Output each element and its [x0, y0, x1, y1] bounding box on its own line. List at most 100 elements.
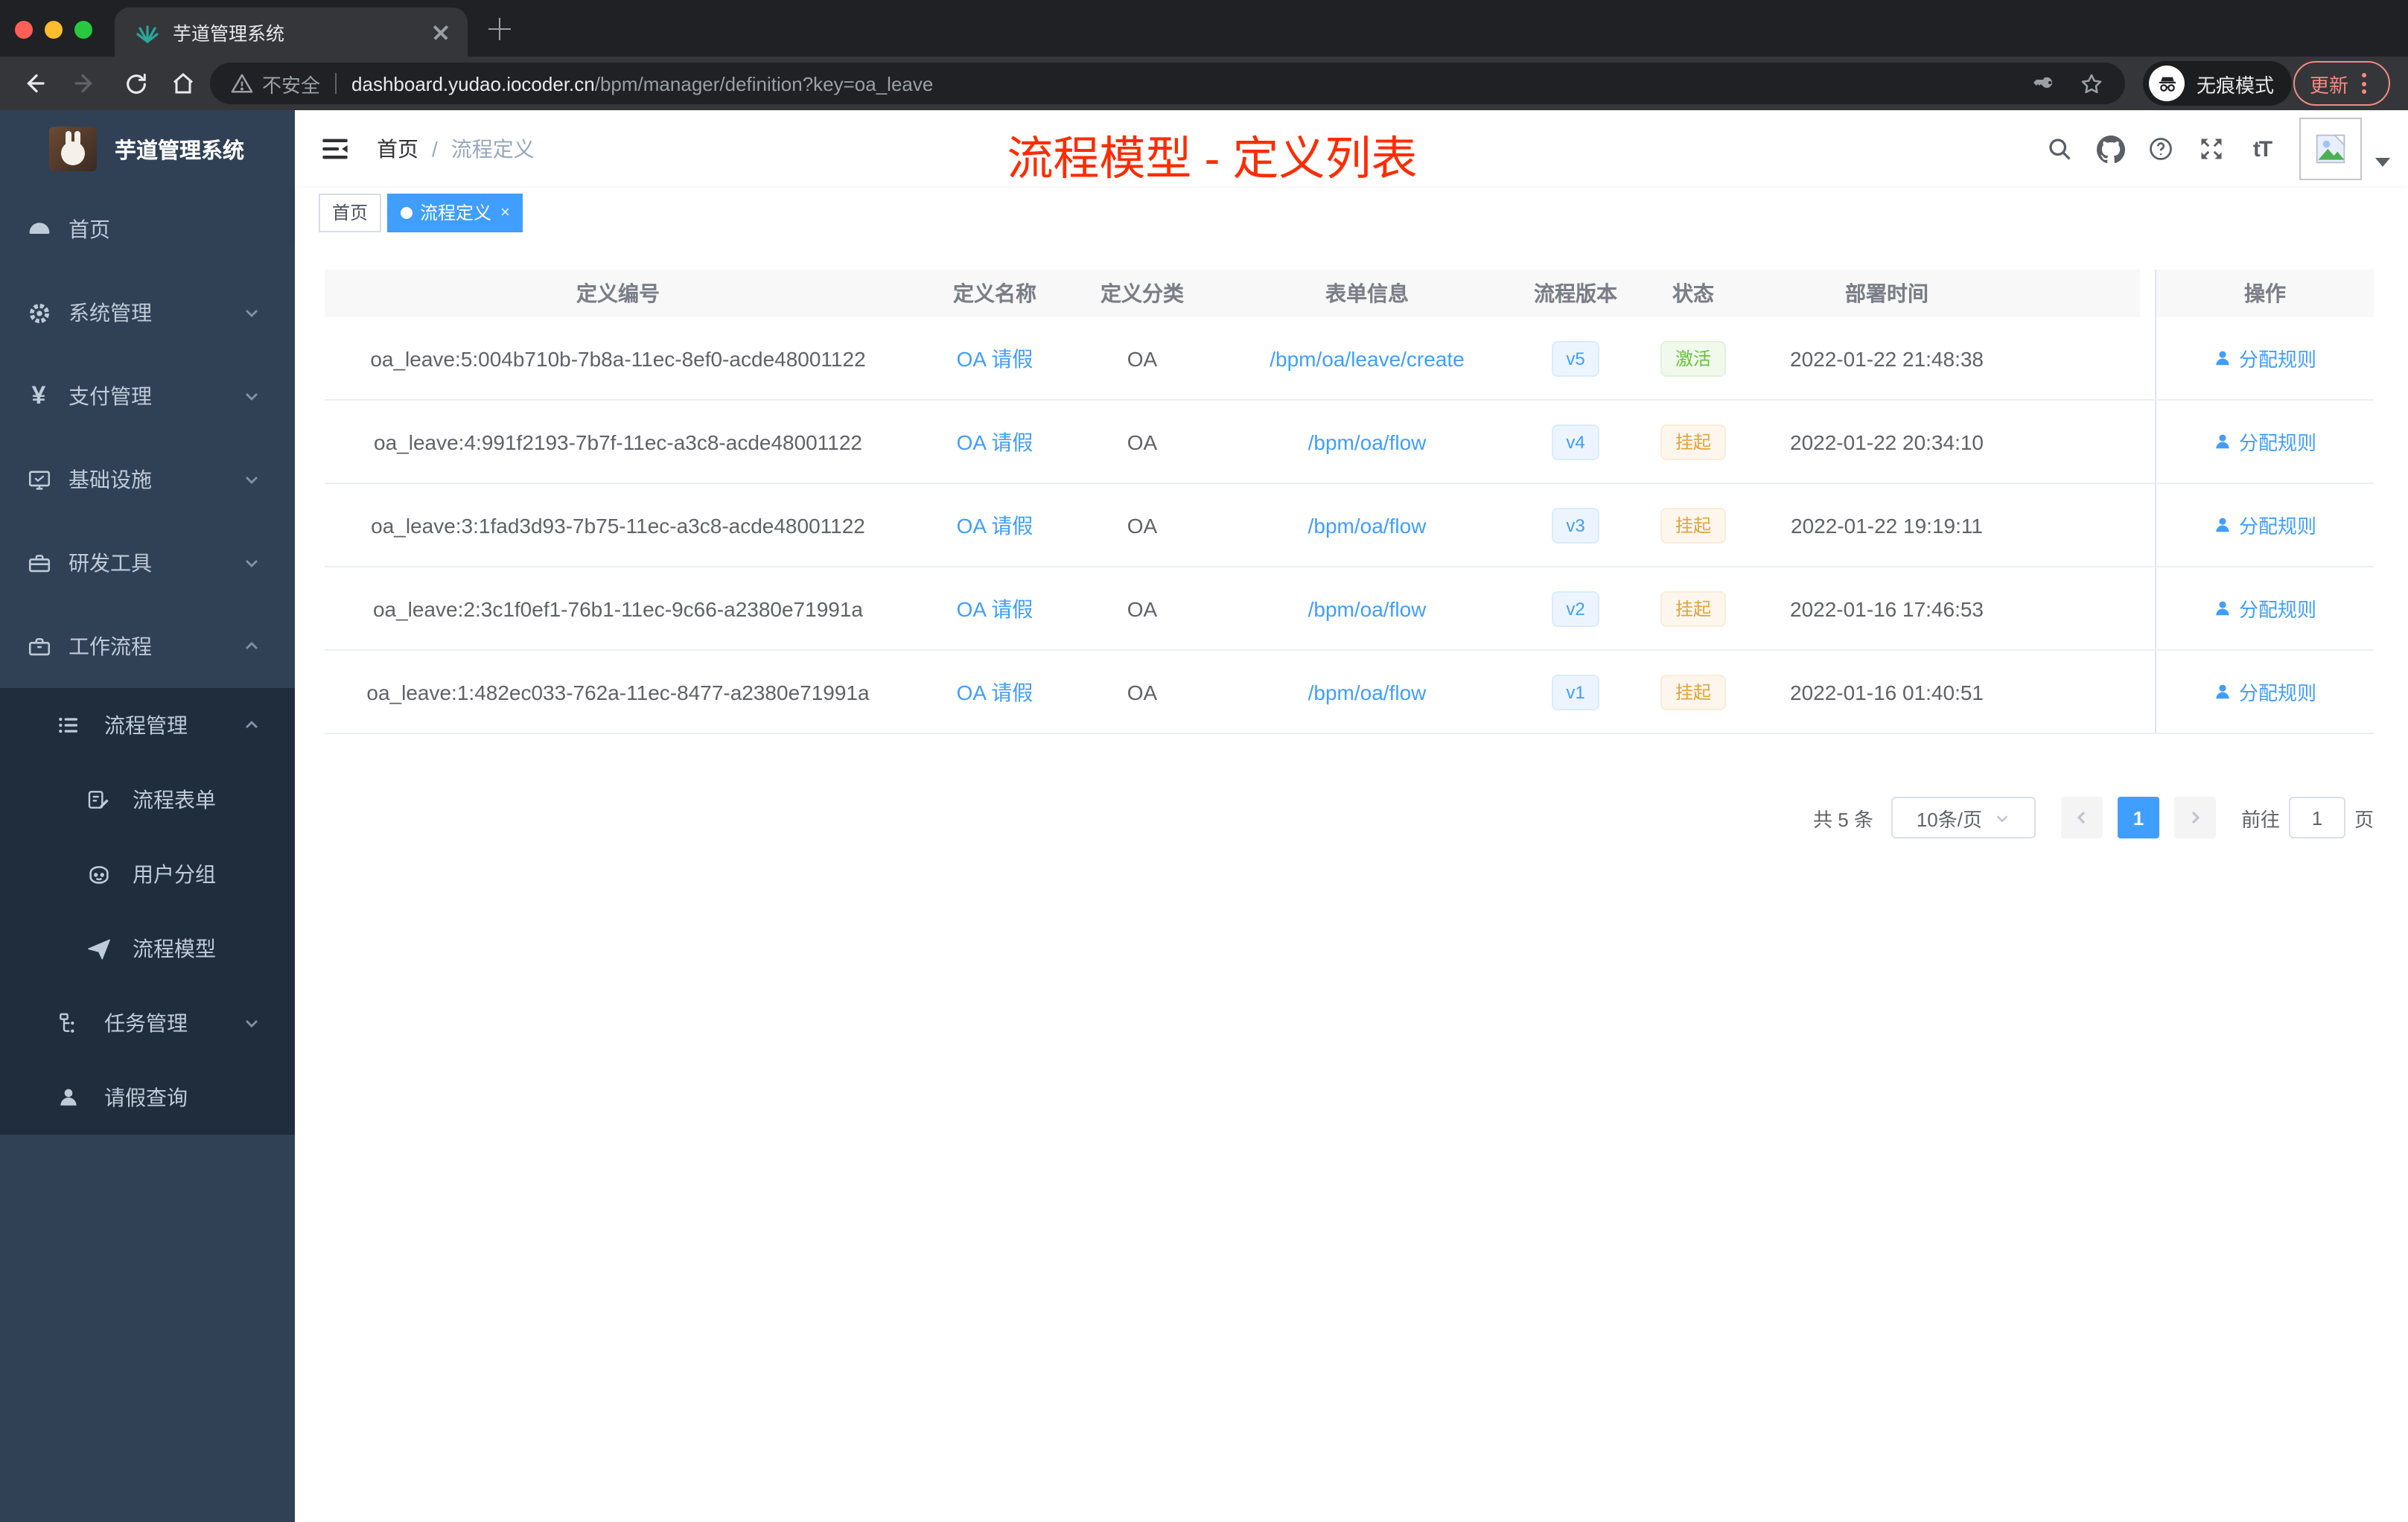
goto-page-input[interactable] — [2288, 797, 2345, 838]
next-page-button[interactable] — [2173, 797, 2216, 838]
new-tab-button[interactable] — [488, 18, 511, 40]
sidebar-item-process-form[interactable]: 流程表单 — [0, 762, 295, 837]
window-close-button[interactable] — [15, 21, 33, 39]
sidebar-logo[interactable]: 芋道管理系统 — [0, 110, 295, 188]
tag-process-definition[interactable]: 流程定义 × — [387, 194, 523, 232]
gear-icon — [25, 299, 52, 326]
browser-tab[interactable]: 芋道管理系统 — [115, 7, 468, 57]
font-size-icon[interactable]: tT — [2237, 110, 2287, 188]
back-button[interactable] — [12, 57, 57, 110]
page-size-select[interactable]: 10条/页 — [1891, 797, 2036, 838]
org-tree-icon — [55, 1010, 82, 1037]
site-favicon — [136, 20, 159, 44]
robot-icon — [85, 861, 112, 888]
search-icon[interactable] — [2034, 110, 2085, 188]
logo-rabbit-image — [49, 127, 97, 171]
prev-page-button[interactable] — [2060, 797, 2103, 838]
password-key-icon[interactable] — [2033, 71, 2058, 96]
version-badge: v3 — [1551, 507, 1600, 543]
fullscreen-icon[interactable] — [2186, 110, 2237, 188]
window-zoom-button[interactable] — [74, 21, 92, 39]
sidebar-item-infrastructure[interactable]: 基础设施 — [0, 438, 295, 521]
table-row: oa_leave:2:3c1f0ef1-76b1-11ec-9c66-a2380… — [325, 567, 2374, 651]
window-minimize-button[interactable] — [45, 21, 63, 39]
url-host: dashboard.yudao.iocoder.cn — [351, 72, 595, 95]
sidebar-item-task-mgmt[interactable]: 任务管理 — [0, 986, 295, 1060]
user-icon — [2217, 351, 2230, 366]
table-row: oa_leave:3:1fad3d93-7b75-11ec-a3c8-acde4… — [325, 484, 2374, 567]
chrome-update-button[interactable]: 更新 — [2293, 61, 2390, 106]
form-info-link[interactable]: /bpm/oa/flow — [1308, 596, 1427, 620]
form-info-link[interactable]: /bpm/oa/flow — [1308, 680, 1427, 704]
tab-close-icon[interactable] — [429, 20, 453, 44]
table-row: oa_leave:4:991f2193-7b7f-11ec-a3c8-acde4… — [325, 401, 2374, 484]
col-header-category: 定义分类 — [1101, 281, 1184, 305]
tag-home[interactable]: 首页 — [319, 194, 382, 232]
sidebar-item-home[interactable]: 首页 — [0, 188, 295, 271]
page-number-1[interactable]: 1 — [2117, 797, 2159, 838]
security-warning-icon[interactable] — [231, 73, 253, 94]
version-badge: v2 — [1551, 590, 1600, 626]
assign-rule-button[interactable]: 分配规则 — [2214, 427, 2316, 456]
sidebar-item-devtools[interactable]: 研发工具 — [0, 521, 295, 605]
form-info-link[interactable]: /bpm/oa/flow — [1308, 513, 1427, 537]
definition-name-link[interactable]: OA 请假 — [957, 346, 1033, 370]
tag-close-icon[interactable]: × — [500, 195, 510, 231]
assign-rule-button[interactable]: 分配规则 — [2214, 344, 2316, 372]
chevron-up-icon — [243, 637, 261, 655]
assign-rule-button[interactable]: 分配规则 — [2214, 594, 2316, 623]
definition-table: 定义编号 定义名称 定义分类 表单信息 流程版本 状态 部署时间 操作 oa_l… — [325, 270, 2374, 734]
sidebar-collapse-icon[interactable] — [320, 134, 350, 164]
chrome-menu-icon[interactable] — [2362, 73, 2368, 94]
definition-name-link[interactable]: OA 请假 — [957, 513, 1033, 537]
sidebar-item-label: 工作流程 — [69, 634, 152, 658]
status-badge: 挂起 — [1660, 674, 1726, 710]
toolbox-icon — [25, 550, 52, 576]
definition-name-link[interactable]: OA 请假 — [957, 680, 1033, 704]
definition-name-link[interactable]: OA 请假 — [957, 430, 1033, 453]
status-badge: 挂起 — [1660, 590, 1726, 626]
assign-rule-button[interactable]: 分配规则 — [2214, 678, 2316, 706]
sidebar-item-process-mgmt[interactable]: 流程管理 — [0, 688, 295, 762]
update-label[interactable]: 更新 — [2310, 69, 2348, 98]
chevron-down-icon — [243, 1014, 261, 1032]
bookmark-star-icon[interactable] — [2079, 71, 2104, 96]
sidebar-item-system[interactable]: 系统管理 — [0, 271, 295, 354]
status-badge: 挂起 — [1660, 424, 1726, 459]
user-icon — [55, 1084, 82, 1111]
breadcrumb-home[interactable]: 首页 — [377, 134, 418, 164]
sidebar-item-label: 首页 — [69, 217, 110, 241]
sidebar-item-leave-query[interactable]: 请假查询 — [0, 1060, 295, 1135]
avatar-dropdown-caret[interactable] — [2375, 158, 2390, 167]
definition-name-link[interactable]: OA 请假 — [957, 596, 1033, 620]
sidebar-item-workflow[interactable]: 工作流程 — [0, 605, 295, 688]
deploy-time: 2022-01-22 21:48:38 — [1790, 346, 1984, 370]
github-icon[interactable] — [2085, 110, 2135, 188]
status-badge: 激活 — [1660, 340, 1726, 376]
incognito-badge: 无痕模式 — [2143, 61, 2293, 106]
sidebar-item-process-model[interactable]: 流程模型 — [0, 911, 295, 986]
sidebar-item-label: 用户分组 — [133, 862, 216, 886]
main-area: 首页 / 流程定义 流程模型 - 定义列表 tT 首页 流程定义 × 定义编号 … — [295, 110, 2408, 1522]
help-icon[interactable] — [2135, 110, 2186, 188]
definition-category: OA — [1127, 430, 1158, 453]
reload-button[interactable] — [113, 57, 158, 110]
security-warning-label[interactable]: 不安全 — [262, 69, 320, 98]
table-row: oa_leave:5:004b710b-7b8a-11ec-8ef0-acde4… — [325, 317, 2374, 401]
tab-title: 芋道管理系统 — [173, 24, 285, 45]
yen-icon: ¥ — [31, 381, 46, 410]
forward-button[interactable] — [63, 57, 107, 110]
tags-view-bar: 首页 流程定义 × — [295, 188, 2408, 240]
assign-rule-button[interactable]: 分配规则 — [2214, 511, 2316, 539]
briefcase-icon — [25, 633, 52, 660]
home-button[interactable] — [161, 57, 206, 110]
browser-tabstrip: 芋道管理系统 — [0, 0, 2408, 57]
definition-id: oa_leave:4:991f2193-7b7f-11ec-a3c8-acde4… — [374, 430, 862, 453]
sidebar: 芋道管理系统 首页 系统管理 ¥ 支付管理 基础设施 研发工具 工作流程 流程管… — [0, 110, 295, 1522]
address-bar[interactable]: 不安全 dashboard.yudao.iocoder.cn/bpm/manag… — [210, 63, 2125, 104]
form-info-link[interactable]: /bpm/oa/flow — [1308, 430, 1427, 453]
sidebar-item-payment[interactable]: ¥ 支付管理 — [0, 354, 295, 438]
form-info-link[interactable]: /bpm/oa/leave/create — [1270, 346, 1465, 370]
avatar[interactable] — [2299, 118, 2362, 180]
sidebar-item-user-group[interactable]: 用户分组 — [0, 837, 295, 911]
